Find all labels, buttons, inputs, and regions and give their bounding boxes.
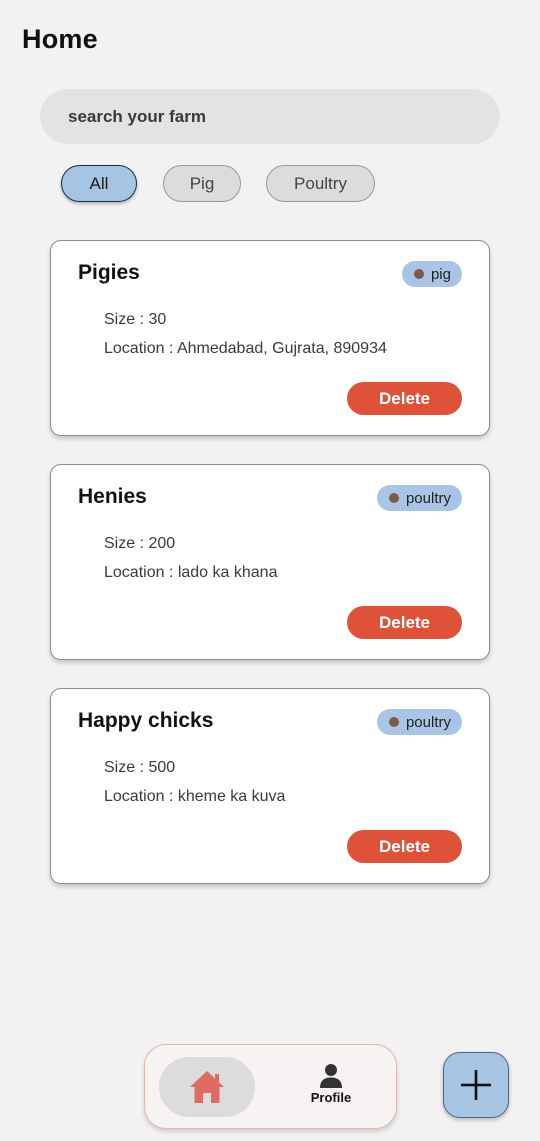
farm-name: Henies <box>78 485 147 508</box>
farm-card[interactable]: Henies poultry Size : 200 Location : lad… <box>50 464 490 660</box>
filter-chip-all[interactable]: All <box>61 165 137 202</box>
nav-profile-label: Profile <box>310 1090 352 1105</box>
badge-dot-icon <box>388 493 399 503</box>
delete-button[interactable]: Delete <box>347 830 462 863</box>
search-bar[interactable] <box>40 89 500 144</box>
farm-location: Location : Ahmedabad, Gujrata, 890934 <box>104 340 387 357</box>
add-farm-button[interactable] <box>443 1052 509 1118</box>
farm-location: Location : kheme ka kuva <box>104 788 286 805</box>
nav-profile-button[interactable]: Profile <box>297 1063 365 1105</box>
person-icon <box>320 1064 342 1088</box>
page-title: Home <box>22 24 98 54</box>
farm-type-label: pig <box>430 265 451 283</box>
farm-type-label: poultry <box>405 489 451 507</box>
home-icon <box>190 1071 224 1103</box>
farm-card[interactable]: Pigies pig Size : 30 Location : Ahmedaba… <box>50 240 490 436</box>
farm-type-badge: poultry <box>376 709 462 735</box>
farm-name: Pigies <box>78 261 140 284</box>
farm-type-badge: poultry <box>376 485 462 511</box>
farm-type-label: poultry <box>405 713 451 731</box>
delete-button[interactable]: Delete <box>347 606 462 639</box>
bottom-nav: Profile <box>144 1044 397 1129</box>
farm-size: Size : 200 <box>104 535 176 552</box>
plus-icon <box>461 1070 491 1100</box>
farm-size: Size : 500 <box>104 759 176 776</box>
badge-dot-icon <box>388 717 399 727</box>
farm-size: Size : 30 <box>104 311 167 328</box>
nav-home-button[interactable] <box>159 1057 255 1117</box>
delete-button[interactable]: Delete <box>347 382 462 415</box>
farm-name: Happy chicks <box>78 709 214 732</box>
search-input[interactable] <box>66 105 500 128</box>
badge-dot-icon <box>413 269 424 279</box>
farm-card[interactable]: Happy chicks poultry Size : 500 Location… <box>50 688 490 884</box>
farm-location: Location : lado ka khana <box>104 564 278 581</box>
filter-chip-pig[interactable]: Pig <box>163 165 241 202</box>
filter-chip-poultry[interactable]: Poultry <box>266 165 375 202</box>
farm-type-badge: pig <box>401 261 462 287</box>
